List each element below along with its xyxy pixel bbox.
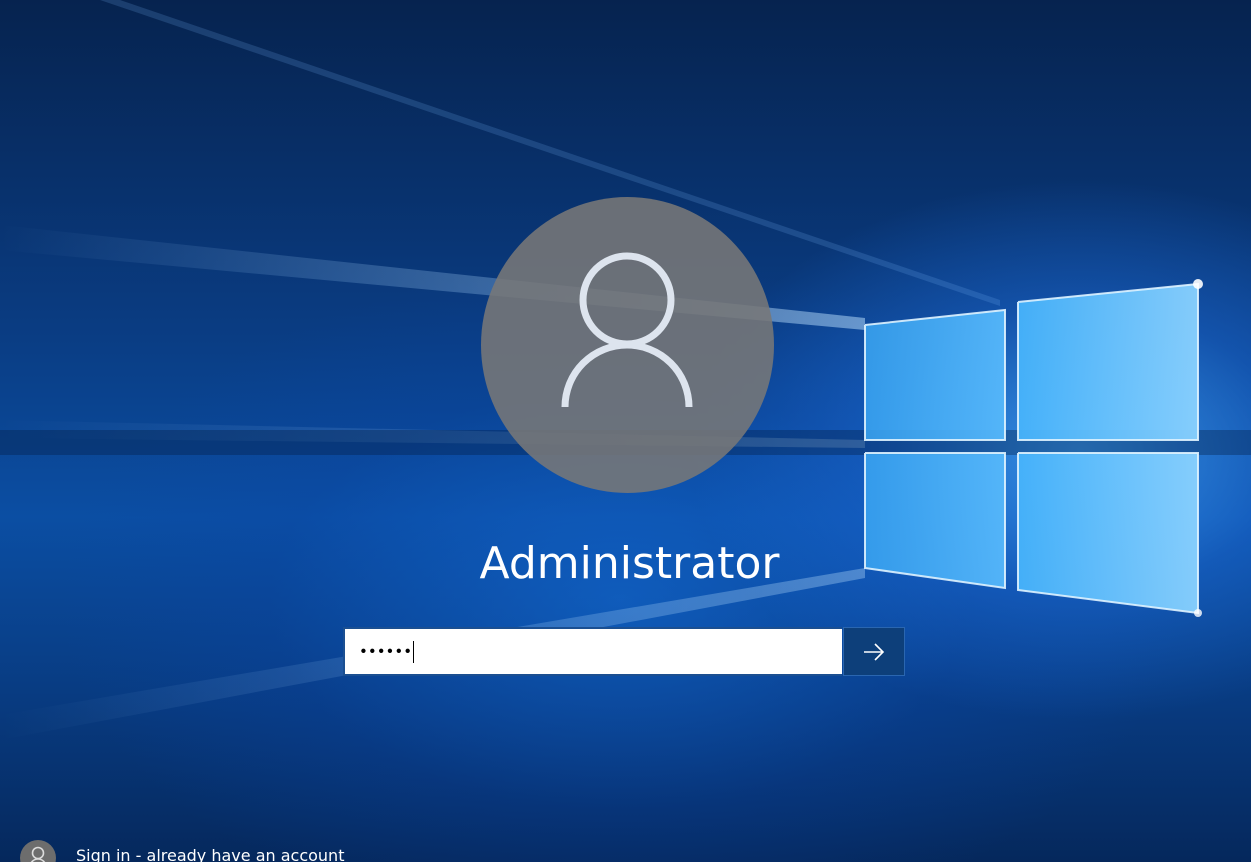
submit-button[interactable] xyxy=(843,627,905,676)
user-silhouette-icon xyxy=(561,252,693,408)
user-avatar xyxy=(481,197,774,493)
user-name: Administrator xyxy=(479,538,780,589)
arrow-right-icon xyxy=(864,643,885,661)
password-mask: •••••• xyxy=(359,641,415,663)
other-user-label: Sign in - already have an account xyxy=(76,846,345,862)
user-silhouette-icon xyxy=(30,846,46,862)
text-caret xyxy=(413,641,415,663)
other-user-avatar xyxy=(20,840,56,862)
password-input[interactable]: •••••• xyxy=(343,627,842,676)
password-box: •••••• xyxy=(343,627,905,676)
